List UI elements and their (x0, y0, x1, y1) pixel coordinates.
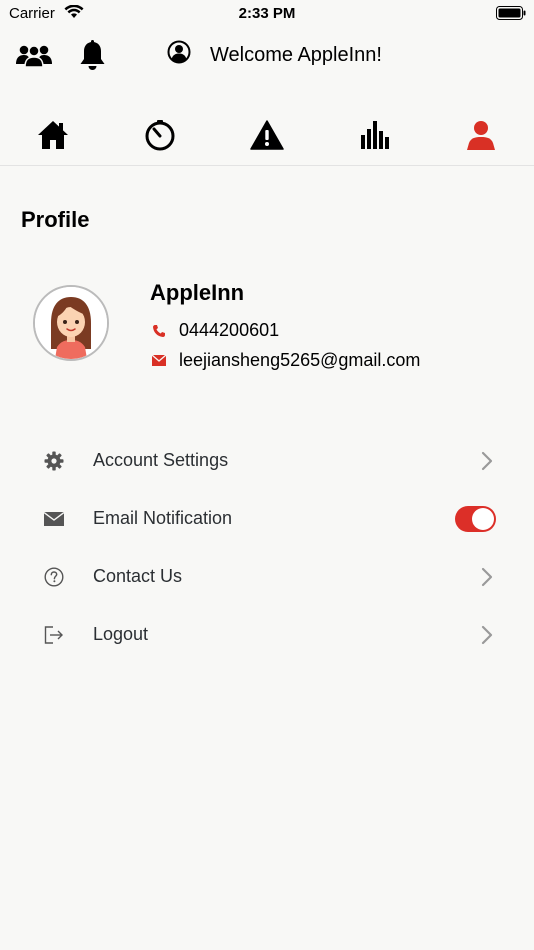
email-row: leejiansheng5265@gmail.com (150, 350, 420, 371)
avatar (33, 285, 109, 361)
menu-item-logout[interactable]: Logout (0, 610, 534, 660)
account-settings-label: Account Settings (93, 450, 229, 470)
welcome-text: Welcome AppleInn! (210, 44, 382, 66)
contact-us-label: Contact Us (93, 566, 183, 586)
stats-icon (361, 121, 389, 149)
chevron-right-icon (481, 625, 493, 645)
profile-icon (467, 121, 495, 150)
mail-icon (152, 355, 166, 366)
group-icon[interactable] (16, 42, 52, 68)
status-time: 2:33 PM (238, 5, 296, 22)
logout-icon (44, 626, 63, 644)
chevron-right-icon (481, 567, 493, 587)
status-bar: Carrier 2:33 PM (0, 0, 534, 28)
email-notification-toggle[interactable] (455, 506, 496, 532)
timer-icon (145, 120, 175, 151)
girl-avatar-icon (35, 287, 107, 359)
email-address: leejiansheng5265@gmail.com (179, 350, 421, 370)
user-circle-icon (167, 40, 191, 64)
profile-name: AppleInn (150, 280, 245, 305)
gear-icon (44, 451, 64, 471)
menu-item-account-settings[interactable]: Account Settings (0, 436, 534, 486)
logout-label: Logout (93, 624, 149, 644)
tab-home[interactable] (23, 105, 83, 165)
menu-item-email-notification: Email Notification (0, 494, 534, 544)
toggle-knob (472, 508, 494, 530)
phone-number: 0444200601 (179, 320, 280, 340)
battery-icon (496, 6, 526, 20)
tab-profile[interactable] (451, 105, 511, 165)
tab-alerts[interactable] (237, 105, 297, 165)
help-circle-icon (44, 567, 64, 587)
phone-icon (153, 324, 165, 337)
home-icon (38, 121, 68, 149)
menu-item-contact-us[interactable]: Contact Us (0, 552, 534, 602)
tab-timer[interactable] (130, 105, 190, 165)
alert-icon (250, 120, 284, 150)
chevron-right-icon (481, 451, 493, 471)
phone-row: 0444200601 (150, 320, 279, 341)
envelope-icon (44, 512, 64, 526)
bell-icon[interactable] (79, 40, 106, 72)
email-notification-label: Email Notification (93, 508, 233, 528)
page-title: Profile (21, 207, 90, 232)
tab-stats[interactable] (344, 105, 404, 165)
tab-bar (0, 105, 534, 166)
